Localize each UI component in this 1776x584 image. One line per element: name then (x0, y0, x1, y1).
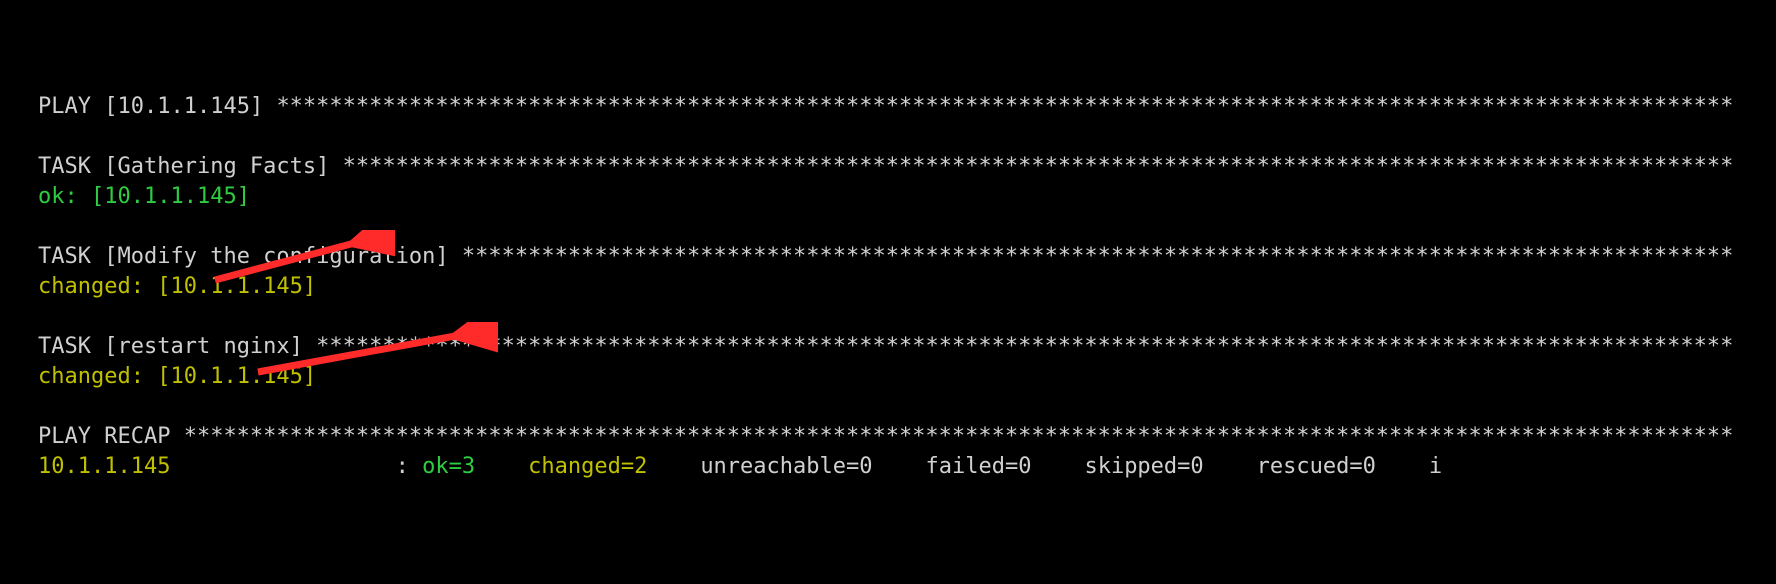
asterisk-fill: ****************************************… (276, 94, 1733, 119)
ansible-terminal-output: PLAY [10.1.1.145] **********************… (0, 0, 1776, 584)
play-host: 10.1.1.145 (117, 94, 249, 119)
play-header-line: PLAY [10.1.1.145] **********************… (38, 94, 1733, 119)
asterisk-fill: ****************************************… (343, 154, 1734, 179)
asterisk-fill: ****************************************… (462, 244, 1734, 269)
task-result-changed: changed: [10.1.1.145] (38, 274, 316, 299)
recap-skipped: skipped=0 (1084, 454, 1203, 479)
recap-ok: ok=3 (422, 454, 475, 479)
task-header-line: TASK [Modify the configuration] ********… (38, 244, 1733, 269)
task-result-changed: changed: [10.1.1.145] (38, 364, 316, 389)
asterisk-fill: ****************************************… (184, 424, 1734, 449)
task-result-ok: ok: [10.1.1.145] (38, 184, 250, 209)
recap-host: 10.1.1.145 (38, 454, 170, 479)
recap-rescued: rescued=0 (1257, 454, 1376, 479)
task-name: Modify the configuration (117, 244, 435, 269)
play-recap-line: 10.1.1.145 : ok=3 changed=2 unreachable=… (38, 454, 1442, 479)
task-header-line: TASK [restart nginx] *******************… (38, 334, 1733, 359)
play-keyword: PLAY [ (38, 94, 117, 119)
task-name: restart nginx (117, 334, 289, 359)
recap-changed: changed=2 (528, 454, 647, 479)
play-recap-header: PLAY RECAP *****************************… (38, 424, 1733, 449)
asterisk-fill: ****************************************… (316, 334, 1733, 359)
recap-unreachable: unreachable=0 (700, 454, 872, 479)
recap-failed: failed=0 (926, 454, 1032, 479)
task-header-line: TASK [Gathering Facts] *****************… (38, 154, 1733, 179)
recap-overflow: i (1429, 454, 1442, 479)
task-name: Gathering Facts (117, 154, 316, 179)
